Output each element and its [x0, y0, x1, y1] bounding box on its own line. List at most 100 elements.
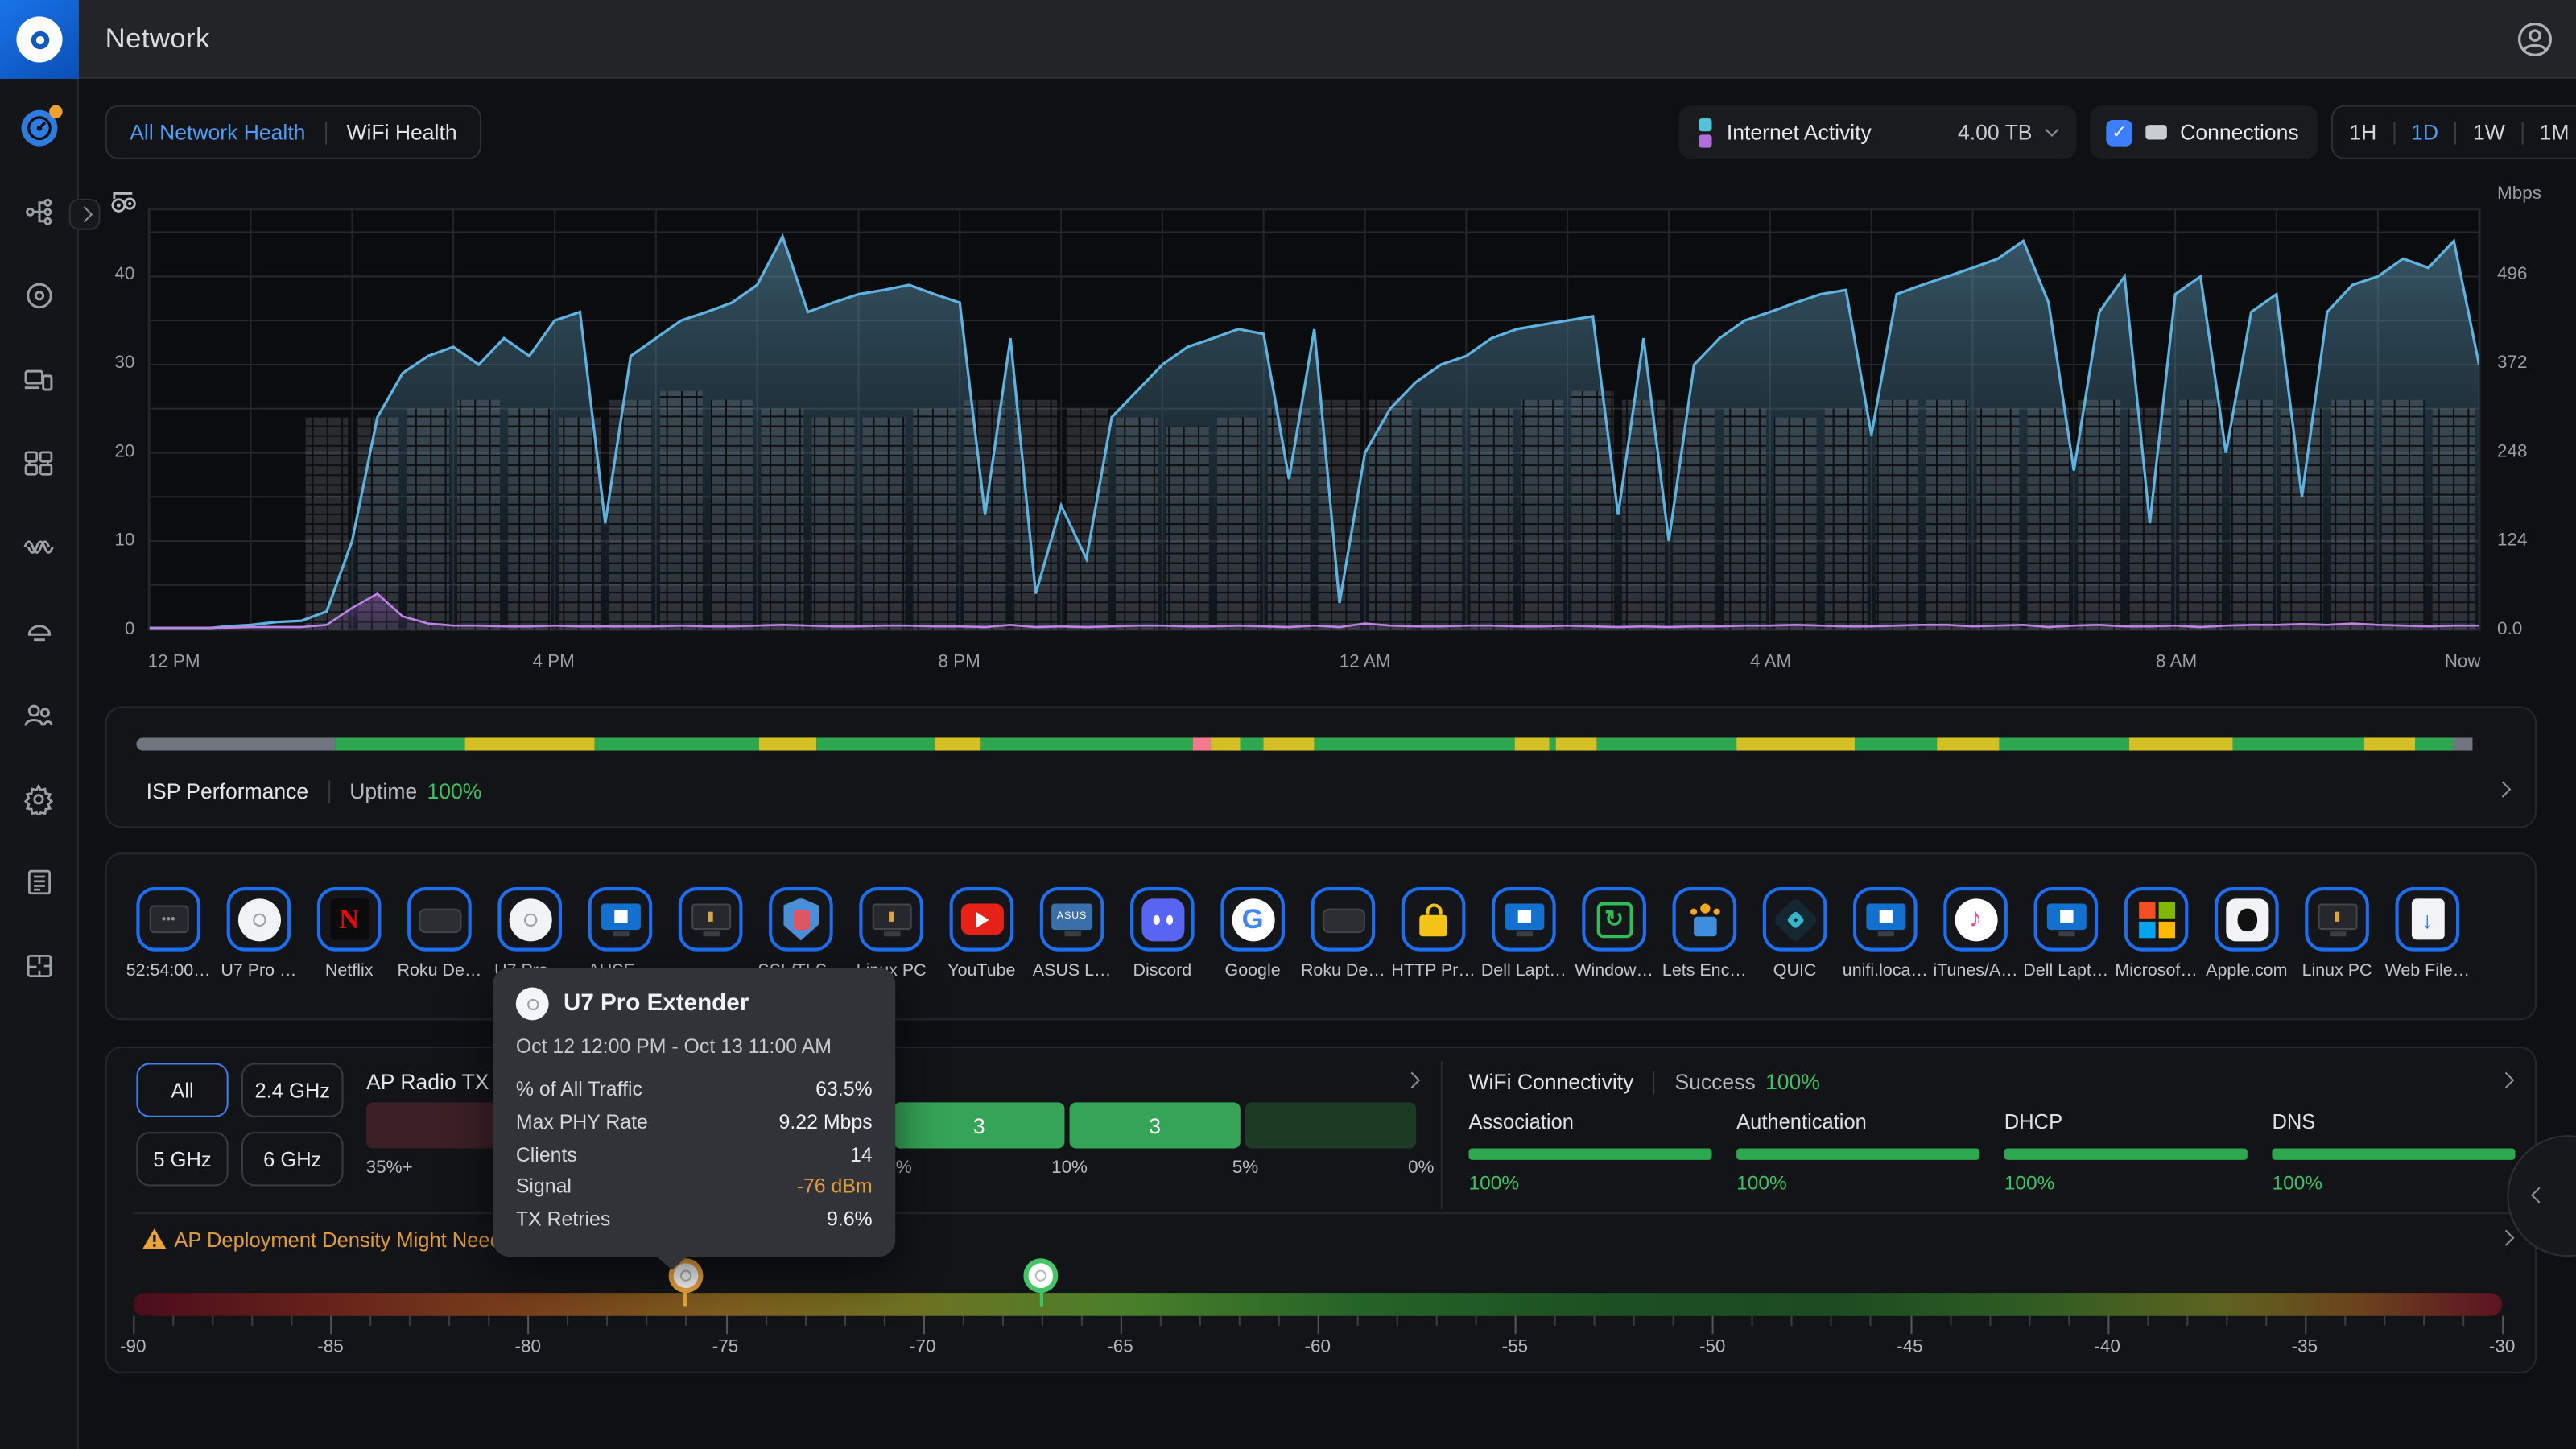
connections-toggle[interactable]: ✓ Connections	[2090, 105, 2318, 159]
client-tile[interactable]: Dell Lapt…	[1492, 887, 1556, 980]
scale-tick-label: -40	[2094, 1337, 2120, 1356]
band-filter-6ghz[interactable]: 6 GHz	[242, 1132, 344, 1186]
tooltip-row-label: TX Retries	[516, 1204, 611, 1236]
expand-panel-button[interactable]	[69, 199, 101, 230]
ap-marker[interactable]	[1024, 1258, 1059, 1293]
ap-density-chevron[interactable]	[2498, 1230, 2514, 1246]
tooltip-row-label: Max PHY Rate	[516, 1107, 648, 1139]
scale-tick	[1909, 1316, 1911, 1334]
client-tile[interactable]: GGoogle	[1220, 887, 1285, 980]
time-range-1w[interactable]: 1W	[2457, 120, 2522, 145]
tab-wifi-health[interactable]: WiFi Health	[346, 120, 456, 145]
sidebar-item-radios[interactable]	[19, 527, 58, 567]
client-tile[interactable]: •••52:54:00…	[136, 887, 200, 980]
client-tile[interactable]: Linux PC	[859, 887, 923, 980]
client-tile[interactable]: AUSE…	[588, 887, 653, 980]
band-filter-all[interactable]: All	[136, 1063, 228, 1117]
tooltip-row: Clients14	[516, 1139, 873, 1171]
client-tile[interactable]	[679, 887, 743, 980]
isp-segment-yellow	[465, 737, 594, 750]
user-avatar-icon[interactable]	[2517, 22, 2553, 58]
client-tile-label: Dell Lapt…	[2021, 961, 2111, 980]
client-tile-label: iTunes/A…	[1930, 961, 2021, 980]
client-tile[interactable]: Dell Lapt…	[2034, 887, 2099, 980]
client-tile[interactable]: ↓Web File…	[2396, 887, 2460, 980]
client-tile[interactable]: QUIC	[1763, 887, 1827, 980]
y-axis-right-tick: 124	[2497, 530, 2527, 550]
sidebar-item-topology[interactable]	[19, 192, 58, 232]
band-filter-5ghz[interactable]: 5 GHz	[136, 1132, 228, 1186]
client-tile[interactable]: ↻Window…	[1582, 887, 1646, 980]
chevron-right-icon	[76, 206, 93, 222]
tx-retries-scale-label: 0%	[1408, 1158, 1434, 1178]
tooltip-row-value: 14	[850, 1139, 873, 1171]
sidebar-item-logs[interactable]	[19, 862, 58, 902]
scale-tick-label: -50	[1699, 1337, 1725, 1356]
client-tile[interactable]: Microsof…	[2124, 887, 2189, 980]
client-tile[interactable]: Apple.com	[2215, 887, 2279, 980]
client-tile[interactable]: Linux PC	[2305, 887, 2369, 980]
sidebar-item-settings[interactable]	[19, 778, 58, 818]
isp-segment-green	[1596, 737, 1737, 750]
wifi-connectivity-chevron[interactable]	[2498, 1072, 2514, 1088]
ap-radio-chevron[interactable]	[1404, 1072, 1420, 1088]
client-tile[interactable]: SSL/TLS…	[769, 887, 833, 980]
internet-activity-selector[interactable]: Internet Activity 4.00 TB	[1679, 105, 2077, 159]
scale-tick	[1515, 1316, 1517, 1334]
isp-details-chevron[interactable]	[2495, 782, 2511, 798]
traffic-inspection-icon[interactable]	[109, 189, 138, 224]
scale-tick-label: -60	[1305, 1337, 1331, 1356]
traffic-chart[interactable]	[148, 208, 2481, 630]
client-tile[interactable]: Lets Enc…	[1673, 887, 1737, 980]
client-tile[interactable]: Roku De…	[1311, 887, 1376, 980]
isp-performance-title: ISP Performance	[147, 778, 309, 803]
client-tile[interactable]: YouTube	[950, 887, 1014, 980]
client-tile[interactable]: unifi.loca…	[1853, 887, 1918, 980]
scale-tick	[883, 1316, 885, 1326]
scale-tick	[2462, 1316, 2464, 1326]
scale-tick	[1949, 1316, 1951, 1326]
isp-segment-green	[1315, 737, 1514, 750]
scale-tick	[844, 1316, 845, 1326]
scale-tick	[1712, 1316, 1714, 1334]
wifi-metric-value: 100%	[2004, 1171, 2251, 1195]
scale-tick	[2186, 1316, 2188, 1326]
scale-tick	[449, 1316, 451, 1326]
isp-segment-pink	[1193, 737, 1212, 750]
warning-icon	[142, 1227, 168, 1258]
tab-all-network-health[interactable]: All Network Health	[130, 120, 305, 145]
sidebar-item-clients[interactable]	[19, 360, 58, 399]
lockyellow-icon	[1402, 887, 1466, 952]
horizontal-divider	[133, 1212, 2512, 1214]
client-tile[interactable]: ASUSASUS L…	[1040, 887, 1104, 980]
client-tile[interactable]: U7 Pro…	[497, 887, 562, 980]
isp-segment-green	[981, 737, 1192, 750]
tooltip-row: % of All Traffic63.5%	[516, 1075, 873, 1107]
band-filter-24ghz[interactable]: 2.4 GHz	[242, 1063, 344, 1117]
wifi-metric-dns: DNS100%	[2272, 1111, 2518, 1195]
sidebar-item-users[interactable]	[19, 695, 58, 734]
time-range-1h[interactable]: 1H	[2333, 120, 2393, 145]
client-tile[interactable]: HTTP Pr…	[1402, 887, 1466, 980]
scale-tick-label: -65	[1107, 1337, 1133, 1356]
scale-tick	[1673, 1316, 1674, 1326]
sidebar-item-insights[interactable]	[19, 611, 58, 650]
client-tile[interactable]: U7 Pro …	[227, 887, 291, 980]
sidebar-item-floorplan[interactable]	[19, 947, 58, 986]
client-tile[interactable]: NNetflix	[317, 887, 382, 980]
winpc-icon	[588, 887, 653, 952]
sidebar-item-devices[interactable]	[19, 276, 58, 316]
sidebar-item-dashboard[interactable]	[19, 109, 58, 148]
scale-tick	[370, 1316, 372, 1326]
scale-tick	[568, 1316, 569, 1326]
client-tile[interactable]: Discord	[1130, 887, 1195, 980]
time-range-1d[interactable]: 1D	[2395, 120, 2455, 145]
sidebar-item-ports[interactable]	[19, 444, 58, 483]
client-tile-label: U7 Pro …	[213, 961, 303, 980]
client-tile[interactable]: Roku De…	[407, 887, 472, 980]
isp-segment-green	[2416, 737, 2454, 750]
connections-checkbox[interactable]: ✓	[2106, 119, 2132, 146]
unifi-logo[interactable]	[0, 0, 79, 79]
client-tile[interactable]: ♪iTunes/A…	[1943, 887, 2008, 980]
time-range-1m[interactable]: 1M	[2523, 120, 2576, 145]
